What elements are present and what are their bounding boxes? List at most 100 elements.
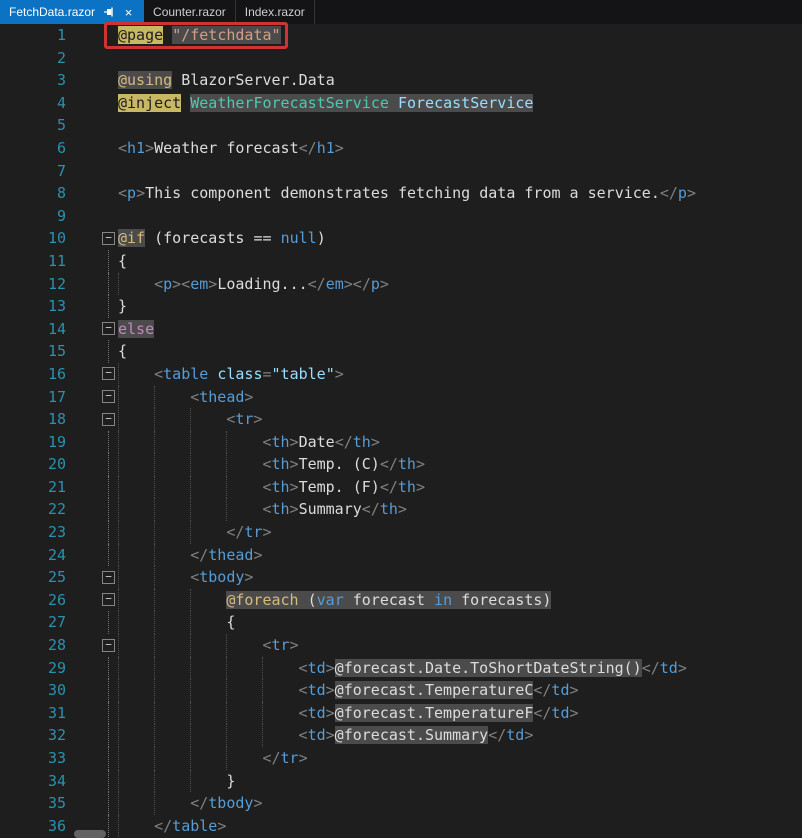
code-line[interactable]: 10 − @if (forecasts == null) (0, 227, 802, 250)
fold-guide-line (108, 521, 109, 544)
fold-collapse-icon[interactable]: − (102, 322, 115, 336)
code-line[interactable]: 36 </table> (0, 814, 802, 838)
code-token: tbody (199, 568, 245, 587)
fold-collapse-icon[interactable]: − (102, 367, 115, 381)
tab-fetchdata[interactable]: FetchData.razor × (0, 0, 145, 24)
code-line[interactable]: 11 { (0, 249, 802, 273)
code-token: p (163, 274, 173, 293)
code-line[interactable]: 30 <td>@forecast.TemperatureC</td> (0, 679, 802, 702)
code-line[interactable]: 23 </tr> (0, 521, 802, 544)
code-line[interactable]: 24 </thead> (0, 543, 802, 567)
pin-icon[interactable] (102, 6, 115, 19)
code-line[interactable]: 25 − <tbody> (0, 566, 802, 589)
fold-gutter (66, 475, 118, 499)
code-token: </ (361, 500, 380, 519)
code-token: > (343, 274, 353, 293)
fold-guide-line (108, 453, 109, 476)
indent-guide (118, 611, 154, 635)
code-line[interactable]: 14 − else (0, 318, 802, 341)
horizontal-scrollbar-thumb[interactable] (74, 830, 106, 838)
code-line[interactable]: 22 <th>Summary</th> (0, 498, 802, 522)
code-token: > (208, 274, 218, 293)
code-line[interactable]: 18 − <tr> (0, 408, 802, 431)
line-number: 22 (47, 500, 66, 519)
fold-collapse-icon[interactable]: − (102, 638, 115, 652)
code-line[interactable]: 4 @inject WeatherForecastService Forecast… (0, 92, 802, 115)
indent-guide (118, 701, 154, 725)
fold-gutter (66, 543, 118, 567)
code-token: < (154, 364, 164, 383)
code-line[interactable]: 15 { (0, 340, 802, 363)
code-token: < (181, 274, 191, 293)
code-line[interactable]: 5 (0, 114, 802, 137)
code-token: > (569, 681, 579, 700)
indent-guide (154, 611, 190, 635)
fold-collapse-icon[interactable]: − (102, 412, 115, 426)
code-token: var (316, 590, 344, 609)
close-icon[interactable]: × (122, 6, 135, 19)
line-number: 29 (47, 658, 66, 677)
code-line[interactable]: 7 (0, 160, 802, 183)
code-line[interactable]: 32 <td>@forecast.Summary</td> (0, 724, 802, 747)
fold-collapse-icon[interactable]: − (102, 390, 115, 403)
line-number: 25 (47, 568, 66, 587)
indent-guide (154, 498, 190, 522)
code-line[interactable]: 29 <td>@forecast.Date.ToShortDateString()… (0, 656, 802, 680)
code-token: < (226, 410, 236, 429)
code-line[interactable]: 20 <th>Temp. (C)</th> (0, 453, 802, 476)
code-line[interactable]: 28− <tr> (0, 634, 802, 657)
code-token: </ (190, 794, 209, 813)
fold-gutter (66, 249, 118, 273)
fold-collapse-icon[interactable]: − (102, 231, 115, 245)
code-line[interactable]: 8 <p>This component demonstrates fetching… (0, 182, 802, 205)
code-token: th (271, 477, 290, 496)
code-line[interactable]: 21 <th>Temp. (F)</th> (0, 475, 802, 499)
code-line[interactable]: 31 <td>@forecast.TemperatureF</td> (0, 701, 802, 725)
code-line[interactable]: 6 <h1>Weather forecast</h1> (0, 137, 802, 160)
code-line[interactable]: 3 @using BlazorServer.Data (0, 69, 802, 92)
code-token: </ (488, 726, 507, 745)
indent-guide (154, 588, 190, 612)
line-number: 32 (47, 726, 66, 745)
code-token: h1 (316, 138, 335, 157)
code-line[interactable]: 12 <p><em>Loading...</em></p> (0, 272, 802, 296)
code-token: Temp. (C) (298, 455, 380, 474)
tab-label: Index.razor (244, 5, 305, 19)
code-line[interactable]: 35 </tbody> (0, 792, 802, 815)
code-line[interactable]: 1 @page "/fetchdata" (0, 24, 802, 47)
tab-index[interactable]: Index.razor (236, 0, 315, 24)
tab-counter[interactable]: Counter.razor (144, 0, 236, 24)
code-token: forecasts) (452, 590, 552, 609)
code-token: </ (379, 477, 398, 496)
fold-gutter (66, 340, 118, 363)
code-line[interactable]: 2 (0, 47, 802, 70)
code-token: > (415, 477, 425, 496)
code-token: th (379, 500, 398, 519)
code-line[interactable]: 26 − @foreach (var forecast in forecasts) (0, 588, 802, 612)
code-token: WeatherForecastService (190, 93, 389, 112)
code-line[interactable]: 17 − <thead> (0, 385, 802, 409)
fold-collapse-icon[interactable]: − (102, 570, 115, 584)
code-token: Summary (298, 500, 362, 519)
code-token: </ (334, 432, 353, 451)
indent-guide (190, 724, 226, 747)
code-token: = (262, 364, 272, 383)
code-line[interactable]: 27 { (0, 611, 802, 635)
code-line[interactable]: 34} (0, 769, 802, 793)
fold-collapse-icon[interactable]: − (102, 593, 115, 607)
indent-guide (118, 679, 154, 702)
code-token: } (226, 771, 236, 790)
fold-gutter (66, 92, 118, 115)
code-token: Temp. (F) (298, 477, 380, 496)
indent-guide (190, 521, 226, 544)
code-token: This component demonstrates fetching dat… (145, 184, 660, 203)
fold-gutter (66, 724, 118, 747)
code-line[interactable]: 13} (0, 295, 802, 318)
code-line[interactable]: 16 − <table class="table"> (0, 362, 802, 386)
editor[interactable]: 1 @page "/fetchdata" 2 3 @using BlazorServer… (0, 22, 802, 838)
code-token: > (253, 794, 263, 813)
code-line[interactable]: 19 <th>Date</th> (0, 430, 802, 454)
code-line[interactable]: 33 </tr> (0, 747, 802, 770)
code-token: BlazorServer.Data (181, 71, 335, 90)
code-line[interactable]: 9 (0, 205, 802, 228)
